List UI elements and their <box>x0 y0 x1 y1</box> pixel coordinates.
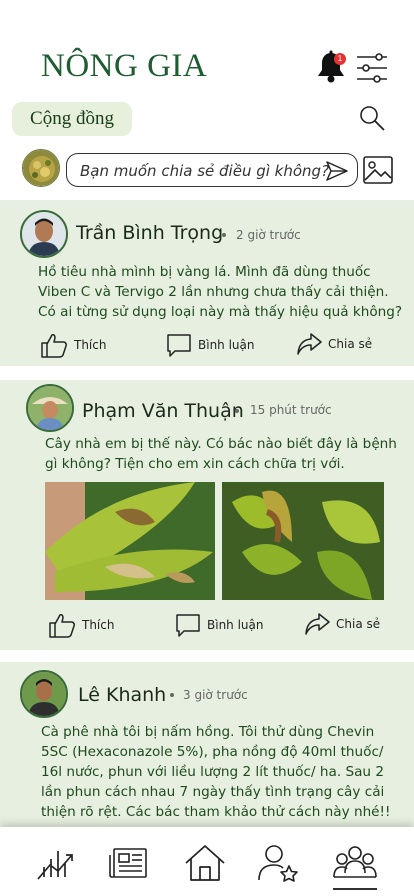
post-line: Có ai từng sử dụng loại này mà thấy hiệu… <box>38 304 403 320</box>
like-label: Thích <box>82 618 115 632</box>
author-avatar[interactable] <box>20 210 68 258</box>
post-line: 5SC (Hexaconazole 5%), pha nồng độ 40ml … <box>41 744 384 760</box>
author-name[interactable]: Lê Khanh <box>78 684 166 706</box>
post-photo[interactable] <box>222 482 392 600</box>
image-upload-icon[interactable] <box>362 154 394 186</box>
post-body: Cây nhà em bị thế này. Có bác nào biết đ… <box>45 434 397 474</box>
like-button[interactable]: Thích <box>40 332 106 358</box>
author-avatar[interactable] <box>20 670 68 718</box>
author-name[interactable]: Trần Bình Trọng <box>76 222 223 244</box>
filter-settings-icon[interactable] <box>355 52 389 84</box>
post-line: Cà phê nhà tôi bị nấm hồng. Tôi thử dùng… <box>41 724 375 740</box>
chart-icon[interactable] <box>34 843 78 883</box>
share-label: Chia sẻ <box>328 337 373 351</box>
comment-icon <box>176 614 200 637</box>
share-icon <box>305 613 330 635</box>
search-icon[interactable] <box>358 104 386 132</box>
post-body: Hồ tiêu nhà mình bị vàng lá. Mình đã dùn… <box>38 262 402 322</box>
comment-button[interactable]: Bình luận <box>175 612 264 638</box>
separator-dot <box>222 233 226 237</box>
thumbs-up-icon <box>49 614 75 638</box>
author-avatar[interactable] <box>26 384 74 432</box>
composer-placeholder: Bạn muốn chia sẻ điều gì không? <box>80 162 330 180</box>
post-line: lần phun cách nhau 7 ngày thấy tình trạn… <box>41 784 385 800</box>
app-header: NÔNG GIA 1 <box>0 0 414 100</box>
share-label: Chia sẻ <box>336 617 381 631</box>
post-photo[interactable] <box>45 482 215 600</box>
share-button[interactable]: Chia sẻ <box>296 332 372 356</box>
separator-dot <box>235 409 239 413</box>
comment-label: Bình luận <box>198 338 255 352</box>
post-card: Trần Bình Trọng 2 giờ trước Hồ tiêu nhà … <box>0 200 414 366</box>
post-line: Hồ tiêu nhà mình bị vàng lá. Mình đã dùn… <box>38 264 371 280</box>
comment-icon <box>167 334 191 357</box>
post-line: thiện rõ rệt. Các bác tham khảo thử cách… <box>41 804 391 820</box>
send-icon[interactable] <box>325 159 349 183</box>
active-tab-indicator <box>333 888 377 890</box>
post-composer-input[interactable]: Bạn muốn chia sẻ điều gì không? <box>66 153 358 187</box>
thumbs-up-icon <box>41 334 67 358</box>
post-line: Cây nhà em bị thế này. Có bác nào biết đ… <box>45 436 397 452</box>
share-button[interactable]: Chia sẻ <box>304 612 380 636</box>
post-time: 3 giờ trước <box>183 688 248 702</box>
home-icon[interactable] <box>183 843 227 883</box>
notification-badge: 1 <box>334 53 346 65</box>
post-time: 2 giờ trước <box>236 228 301 242</box>
post-body: Cà phê nhà tôi bị nấm hồng. Tôi thử dùng… <box>41 722 390 822</box>
separator-dot <box>170 693 174 697</box>
user-star-icon[interactable] <box>256 843 300 883</box>
post-line: 16l nước, phun với liều lượng 2 lít thuố… <box>41 764 385 780</box>
post-card: Phạm Văn Thuận 15 phút trước Cây nhà em … <box>0 380 414 650</box>
share-icon <box>297 333 322 355</box>
post-time: 15 phút trước <box>250 403 332 417</box>
post-line: Viben C và Tervigo 2 lần nhưng chưa thấy… <box>38 284 389 300</box>
community-icon[interactable] <box>333 843 377 883</box>
community-tab-chip[interactable]: Cộng đồng <box>12 102 132 136</box>
app-logo-title: NÔNG GIA <box>41 48 208 84</box>
my-avatar <box>22 149 60 187</box>
news-icon[interactable] <box>108 843 152 883</box>
like-label: Thích <box>74 338 107 352</box>
comment-button[interactable]: Bình luận <box>166 332 255 358</box>
bottom-tab-bar <box>0 827 414 896</box>
author-name[interactable]: Phạm Văn Thuận <box>82 400 244 422</box>
comment-label: Bình luận <box>207 618 264 632</box>
post-line: gì không? Tiện cho em xin cách chữa trị … <box>45 456 345 472</box>
like-button[interactable]: Thích <box>48 612 114 638</box>
